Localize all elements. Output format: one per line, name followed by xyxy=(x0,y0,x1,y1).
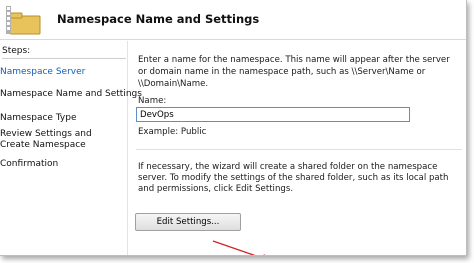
sidebar-item-namespace-name-and-settings[interactable]: Namespace Name and Settings xyxy=(0,89,142,100)
steps-sidebar: Steps: Namespace Server Namespace Name a… xyxy=(0,41,142,255)
edit-settings-button[interactable]: Edit Settings... xyxy=(135,213,241,231)
red-arrow-annotation xyxy=(212,240,265,255)
wizard-window: Namespace Name and Settings Steps: Names… xyxy=(0,0,467,256)
sidebar-item-namespace-server[interactable]: Namespace Server xyxy=(0,67,85,78)
example-text: Example: Public xyxy=(138,127,207,137)
folder-wizard-icon xyxy=(4,4,44,36)
page-title: Namespace Name and Settings xyxy=(57,12,260,26)
shared-folder-note: If necessary, the wizard will create a s… xyxy=(138,162,449,194)
main-content: Enter a name for the namespace. This nam… xyxy=(131,41,466,255)
sidebar-item-review-settings[interactable]: Review Settings and Create Namespace xyxy=(0,129,124,151)
wizard-header: Namespace Name and Settings xyxy=(0,0,466,40)
sidebar-item-label: Review Settings and Create Namespace xyxy=(0,129,92,150)
sidebar-item-namespace-type[interactable]: Namespace Type xyxy=(0,113,77,124)
description-text: Enter a name for the namespace. This nam… xyxy=(138,55,450,89)
namespace-name-input[interactable] xyxy=(136,107,410,122)
sidebar-item-confirmation[interactable]: Confirmation xyxy=(0,159,58,170)
name-label: Name: xyxy=(138,96,167,106)
divider xyxy=(136,149,462,150)
steps-heading: Steps: xyxy=(2,46,126,59)
